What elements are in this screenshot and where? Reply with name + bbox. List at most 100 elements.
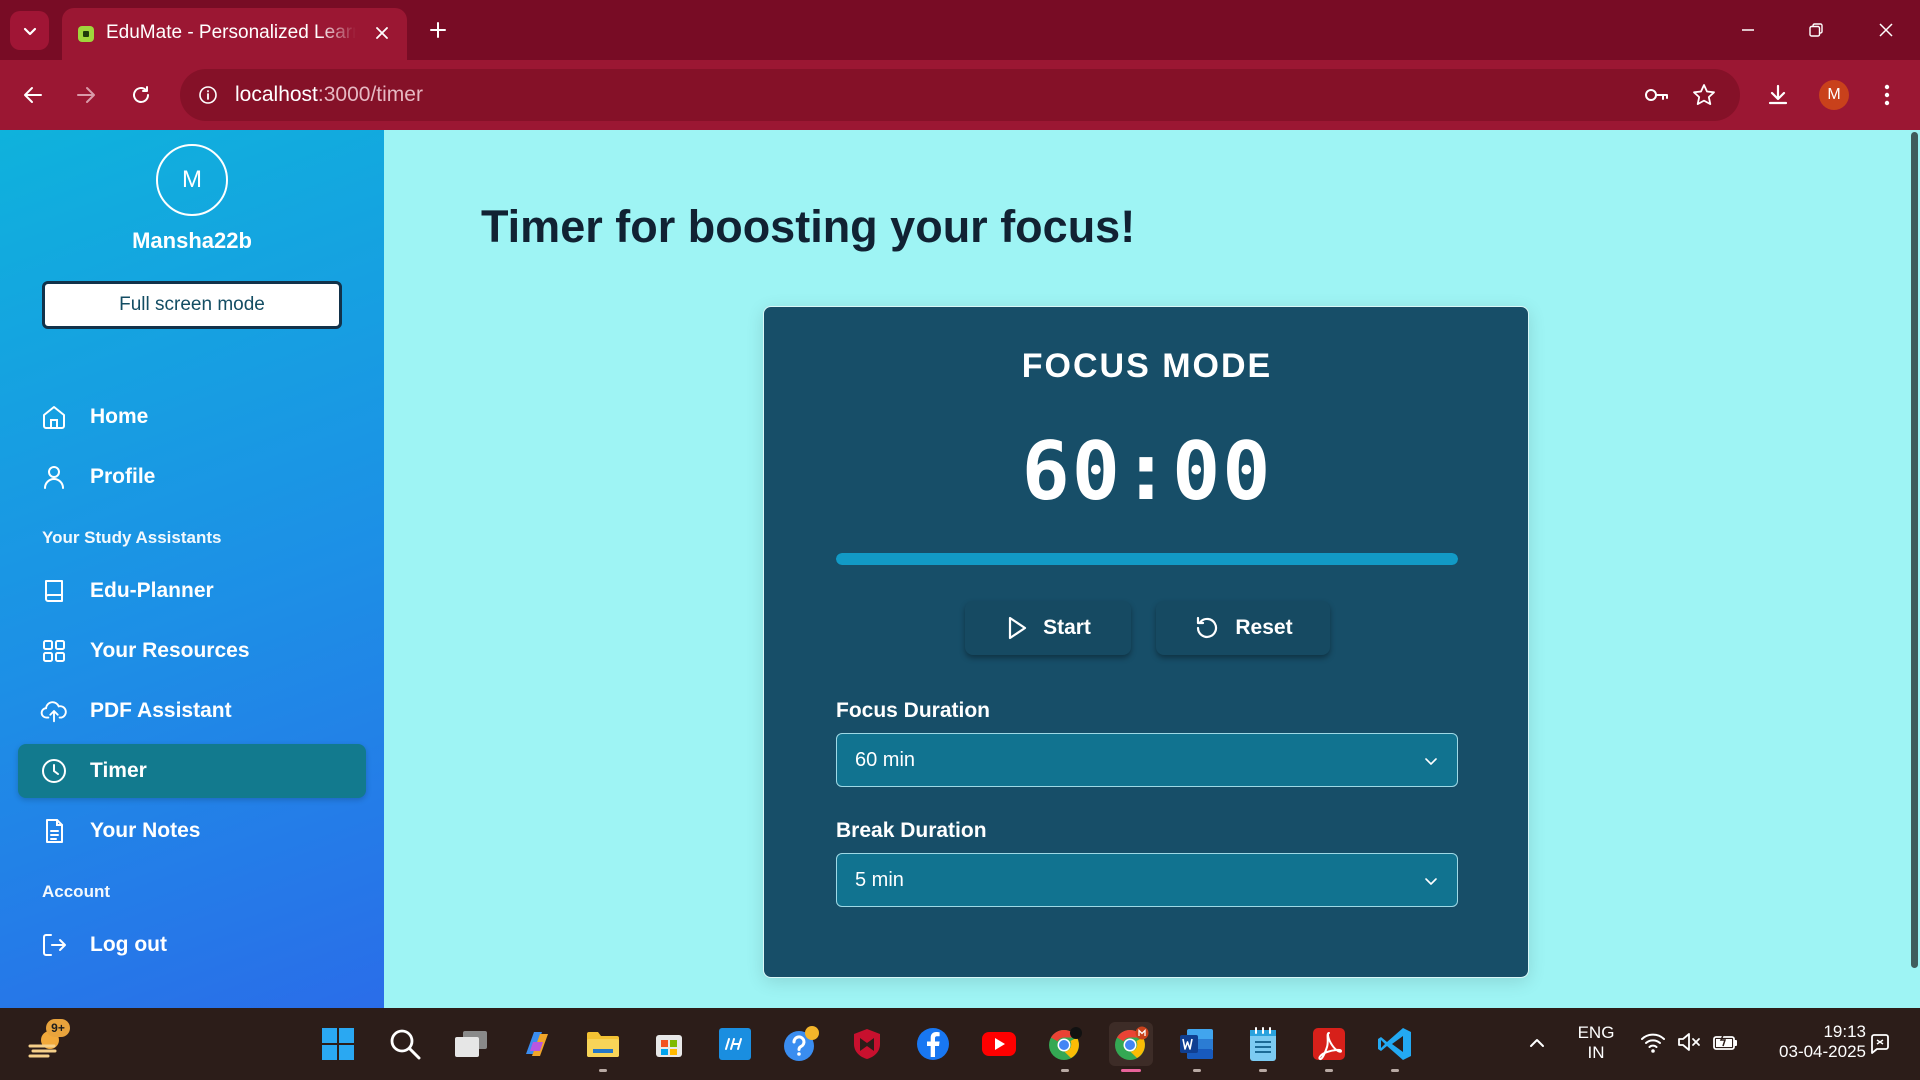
- profile-avatar-button[interactable]: M: [1819, 80, 1849, 110]
- tab-close-button[interactable]: [371, 22, 393, 44]
- site-info-icon[interactable]: [196, 83, 220, 107]
- browser-menu-button[interactable]: [1871, 79, 1903, 111]
- taskbar-notepad[interactable]: [1241, 1022, 1285, 1072]
- new-tab-button[interactable]: [424, 16, 452, 44]
- page-scrollbar[interactable]: [1908, 130, 1920, 1008]
- chevron-up-icon: [1530, 1039, 1544, 1047]
- myhp-icon: [719, 1028, 751, 1060]
- close-icon: [1879, 23, 1893, 37]
- taskbar-task-view[interactable]: [449, 1022, 493, 1066]
- taskbar-get-help[interactable]: [779, 1022, 823, 1066]
- sidebar-item-log-out[interactable]: Log out: [18, 918, 366, 972]
- section-label-account: Account: [42, 882, 110, 901]
- focus-duration-select[interactable]: 60 min: [836, 733, 1458, 787]
- avatar[interactable]: M: [156, 144, 228, 216]
- forward-button[interactable]: [70, 79, 102, 111]
- sidebar-item-label: Your Resources: [90, 639, 250, 662]
- copilot-icon: [526, 1032, 548, 1056]
- start-button[interactable]: Start: [965, 601, 1131, 655]
- taskbar-mcafee[interactable]: [845, 1022, 889, 1066]
- url-text: localhost:3000/timer: [235, 83, 423, 107]
- password-key-icon[interactable]: [1642, 81, 1670, 109]
- browser-tab-bar: EduMate - Personalized Learning: [0, 0, 1920, 60]
- system-tray-overflow-button[interactable]: [1527, 1033, 1547, 1053]
- tab-favicon-icon: [78, 26, 94, 42]
- home-icon: [40, 403, 68, 431]
- region-label: IN: [1587, 1043, 1605, 1062]
- chevron-down-icon: [1421, 751, 1441, 771]
- vscode-icon: [1378, 1028, 1411, 1060]
- timer-progress-fill: [836, 553, 1458, 565]
- taskbar-microsoft-store[interactable]: [647, 1022, 691, 1066]
- url-host: localhost: [235, 83, 318, 106]
- logout-icon: [40, 931, 68, 959]
- book-icon: [40, 577, 68, 605]
- volume-muted-icon[interactable]: [1676, 1030, 1702, 1054]
- chrome-icon: [1049, 1027, 1082, 1060]
- play-icon: [1008, 616, 1027, 640]
- sidebar-item-label: Your Notes: [90, 819, 201, 842]
- reload-button[interactable]: [125, 79, 157, 111]
- mcafee-shield-icon: [854, 1029, 880, 1059]
- taskbar-acrobat[interactable]: [1307, 1022, 1351, 1072]
- address-bar[interactable]: localhost:3000/timer: [180, 69, 1740, 121]
- clock-time: 19:13: [1823, 1022, 1866, 1041]
- close-window-button[interactable]: [1872, 16, 1900, 44]
- taskbar-start-button[interactable]: [316, 1022, 360, 1066]
- taskbar-chrome-1[interactable]: [1043, 1022, 1087, 1072]
- clock-date: 03-04-2025: [1779, 1042, 1866, 1061]
- folder-icon: [587, 1032, 619, 1057]
- close-icon: [376, 27, 388, 39]
- taskbar-word[interactable]: [1175, 1022, 1219, 1072]
- running-indicator: [1391, 1069, 1399, 1072]
- battery-charging-icon[interactable]: [1712, 1030, 1740, 1054]
- taskbar-facebook[interactable]: [911, 1022, 955, 1066]
- clock[interactable]: 19:13 03-04-2025: [1756, 1022, 1866, 1062]
- taskbar-vscode[interactable]: [1373, 1022, 1417, 1072]
- language-indicator[interactable]: ENG IN: [1575, 1023, 1617, 1063]
- taskbar-chrome-2-active[interactable]: [1109, 1022, 1153, 1072]
- running-indicator: [599, 1069, 607, 1072]
- running-indicator: [1259, 1069, 1267, 1072]
- break-duration-select[interactable]: 5 min: [836, 853, 1458, 907]
- wifi-icon[interactable]: [1640, 1030, 1666, 1054]
- chevron-down-icon: [23, 27, 36, 35]
- taskbar-file-explorer[interactable]: [581, 1022, 625, 1072]
- sidebar-item-your-resources[interactable]: Your Resources: [18, 624, 366, 678]
- start-button-label: Start: [1043, 616, 1091, 639]
- minimize-button[interactable]: [1734, 16, 1762, 44]
- taskbar-search-button[interactable]: [383, 1022, 427, 1066]
- youtube-icon: [982, 1032, 1016, 1056]
- store-icon: [656, 1035, 682, 1057]
- running-indicator: [1193, 1069, 1201, 1072]
- break-duration-value: 5 min: [855, 869, 904, 891]
- sidebar: M Mansha22b Full screen mode Home Profil…: [0, 130, 384, 1008]
- tab-title: EduMate - Personalized Learning: [106, 22, 356, 43]
- bookmark-star-icon[interactable]: [1690, 81, 1718, 109]
- browser-tab-active[interactable]: EduMate - Personalized Learning: [62, 8, 407, 60]
- reset-button-label: Reset: [1235, 616, 1293, 639]
- back-button[interactable]: [17, 79, 49, 111]
- taskbar-copilot[interactable]: [515, 1022, 559, 1066]
- sidebar-item-your-notes[interactable]: Your Notes: [18, 804, 366, 858]
- focus-duration-value: 60 min: [855, 749, 916, 771]
- full-screen-mode-button[interactable]: Full screen mode: [42, 281, 342, 329]
- sidebar-item-label: Log out: [90, 933, 167, 956]
- taskbar-myhp[interactable]: [713, 1022, 757, 1066]
- tab-search-button[interactable]: [10, 11, 49, 50]
- restore-button[interactable]: [1802, 16, 1830, 44]
- chevron-down-icon: [1421, 871, 1441, 891]
- running-indicator: [1325, 1069, 1333, 1072]
- timer-progress-bar: [836, 553, 1458, 565]
- scrollbar-thumb[interactable]: [1911, 132, 1918, 968]
- sidebar-item-timer[interactable]: Timer: [18, 744, 366, 798]
- downloads-button[interactable]: [1762, 79, 1794, 111]
- sidebar-item-pdf-assistant[interactable]: PDF Assistant: [18, 684, 366, 738]
- word-icon: [1180, 1029, 1213, 1059]
- sidebar-item-home[interactable]: Home: [18, 390, 366, 444]
- notification-center-icon[interactable]: [1868, 1032, 1892, 1056]
- taskbar-youtube[interactable]: [977, 1022, 1021, 1066]
- sidebar-item-profile[interactable]: Profile: [18, 450, 366, 504]
- sidebar-item-edu-planner[interactable]: Edu-Planner: [18, 564, 366, 618]
- reset-button[interactable]: Reset: [1156, 601, 1330, 655]
